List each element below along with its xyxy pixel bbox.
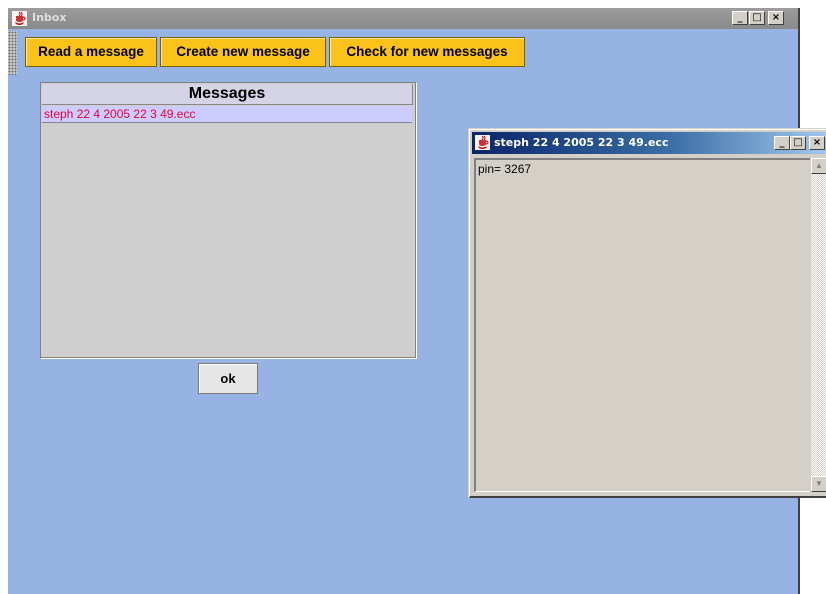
scroll-down-arrow-icon: ▼ (815, 479, 823, 488)
read-message-button[interactable]: Read a message (25, 37, 157, 67)
message-text-area[interactable]: pin= 3267 (474, 158, 810, 492)
close-icon: × (812, 137, 822, 148)
toolbar-grip-handle[interactable] (8, 31, 17, 75)
messages-list: Messages steph 22 4 2005 22 3 49.ecc (40, 82, 416, 358)
maximize-icon: □ (752, 12, 762, 23)
window-title: Inbox (32, 11, 67, 24)
check-messages-button[interactable]: Check for new messages (329, 37, 525, 67)
close-button[interactable]: × (809, 136, 825, 150)
close-button[interactable]: × (768, 11, 784, 25)
maximize-icon: □ (793, 137, 803, 148)
message-titlebar[interactable]: steph 22 4 2005 22 3 49.ecc _ □ × (472, 132, 826, 154)
java-cup-icon (12, 11, 27, 26)
minimize-button[interactable]: _ (732, 11, 748, 25)
maximize-button[interactable]: □ (749, 11, 765, 25)
maximize-button[interactable]: □ (790, 136, 806, 150)
create-message-button[interactable]: Create new message (160, 37, 326, 67)
vertical-scrollbar[interactable]: ▲ ▼ (811, 158, 826, 492)
scroll-down-button[interactable]: ▼ (811, 476, 826, 492)
scroll-up-arrow-icon: ▲ (815, 161, 823, 170)
message-window-title: steph 22 4 2005 22 3 49.ecc (494, 136, 669, 149)
minimize-icon: _ (779, 137, 785, 148)
messages-header[interactable]: Messages (42, 84, 413, 105)
inbox-titlebar[interactable]: Inbox _ □ × (8, 8, 798, 29)
close-icon: × (771, 12, 781, 23)
java-cup-icon (475, 135, 490, 150)
message-content: pin= 3267 (478, 162, 532, 176)
scroll-up-button[interactable]: ▲ (811, 158, 826, 174)
minimize-icon: _ (737, 12, 743, 23)
message-list-item[interactable]: steph 22 4 2005 22 3 49.ecc (42, 106, 412, 123)
ok-button[interactable]: ok (198, 363, 258, 394)
message-reader-window: steph 22 4 2005 22 3 49.ecc _ □ × pin= 3… (468, 128, 826, 498)
minimize-button[interactable]: _ (774, 136, 790, 150)
